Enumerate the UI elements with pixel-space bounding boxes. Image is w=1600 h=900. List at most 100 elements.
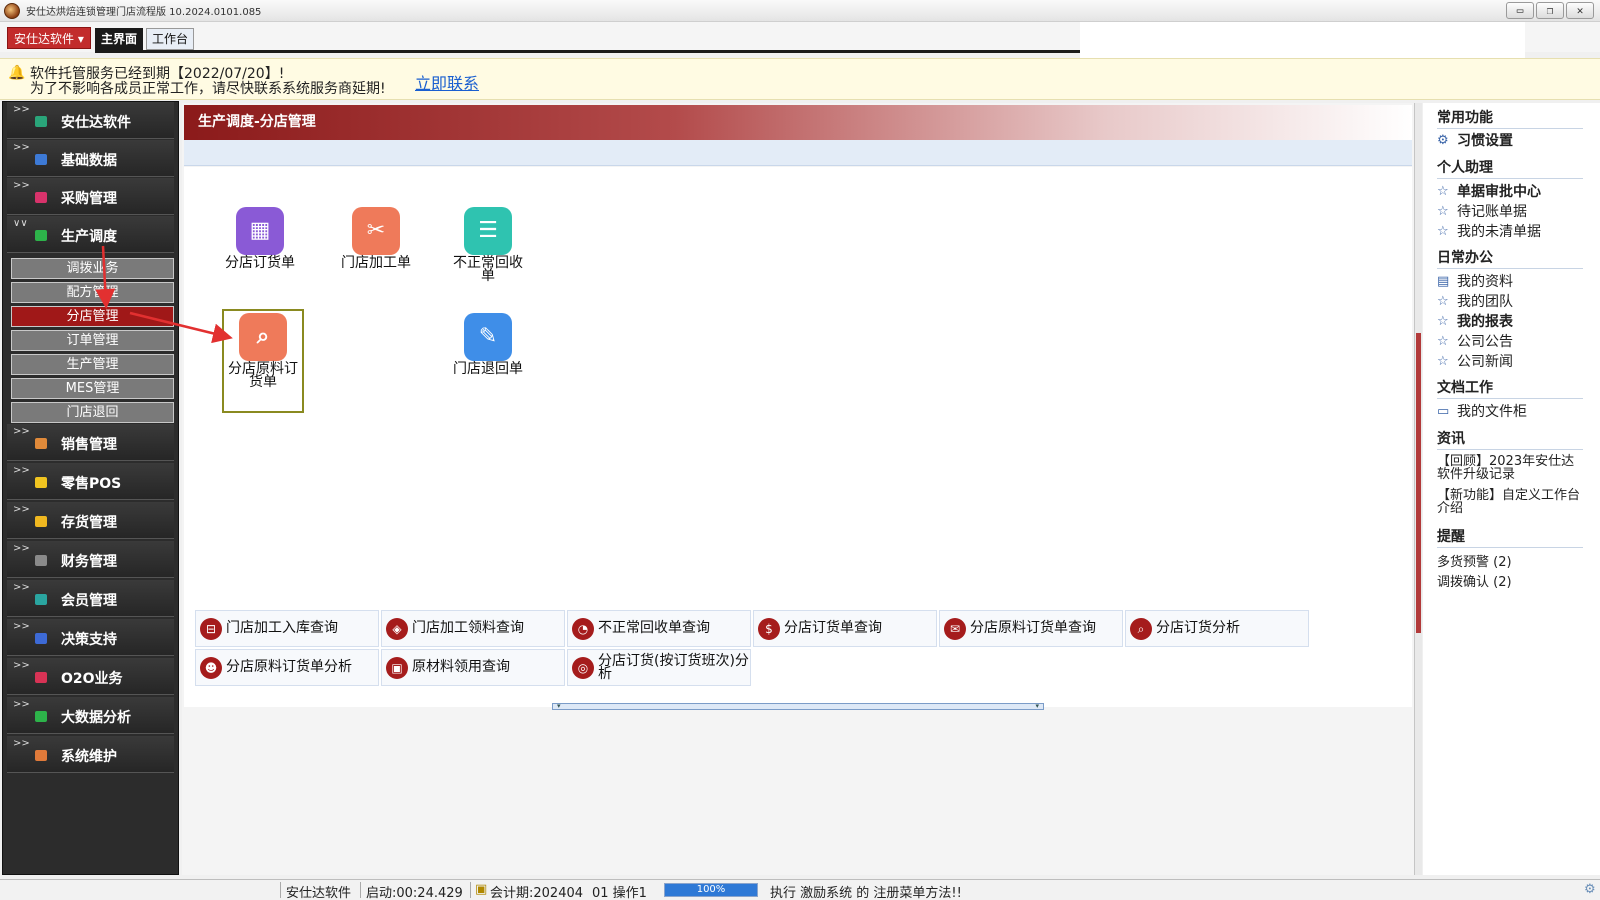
tile-label: 分店原料订货单 <box>228 361 298 390</box>
sidebar-item-decision[interactable]: >> 决策支持 <box>7 619 174 656</box>
link-label: 单据审批中心 <box>1457 184 1541 200</box>
chevron-icon: >> <box>13 142 30 153</box>
quick-label: 分店订货分析 <box>1156 620 1240 636</box>
quick-branch-order-query[interactable]: $ 分店订货单查询 <box>753 610 937 647</box>
chevron-icon: >> <box>13 465 30 476</box>
quick-branch-material-analysis[interactable]: ☻ 分店原料订货单分析 <box>195 649 379 686</box>
sidebar-item-o2o[interactable]: >> O2O业务 <box>7 658 174 695</box>
subitem-order[interactable]: 订单管理 <box>11 330 174 351</box>
section-common: 常用功能 <box>1437 107 1583 129</box>
link-label: 习惯设置 <box>1457 133 1513 149</box>
remind-stock-alert[interactable]: 多货预警 (2) <box>1437 551 1597 570</box>
subitem-transfer[interactable]: 调拨业务 <box>11 258 174 279</box>
contact-now-link[interactable]: 立即联系 <box>415 70 479 94</box>
link-label: 待记账单据 <box>1457 204 1527 220</box>
sidebar-item-bigdata[interactable]: >> 大数据分析 <box>7 697 174 734</box>
panel-splitter[interactable]: ▾ ▾ <box>552 703 1044 710</box>
news-item-feature[interactable]: 【新功能】自定义工作台介绍 <box>1437 489 1587 515</box>
star-icon: ☆ <box>1437 183 1449 199</box>
quick-abnormal-recycle-query[interactable]: ◔ 不正常回收单查询 <box>567 610 751 647</box>
expiry-notice: 🔔 软件托管服务已经到期【2022/07/20】! 为了不影响各成员正常工作，请… <box>0 58 1600 100</box>
sidebar-item-system[interactable]: >> 系统维护 <box>7 736 174 773</box>
calculator-icon: ▦ <box>236 207 284 255</box>
sidebar-item-label: 安仕达软件 <box>61 115 131 131</box>
sidebar-item-member[interactable]: >> 会员管理 <box>7 580 174 617</box>
quick-store-process-in-query[interactable]: ⊟ 门店加工入库查询 <box>195 610 379 647</box>
status-bar: 安仕达软件 启动:00:24.429 ▣ 会计期:202404 01 操作1 1… <box>0 879 1600 900</box>
module-icon <box>35 116 47 127</box>
notice-line-2: 为了不影响各成员正常工作，请尽快联系系统服务商延期! <box>30 81 386 97</box>
link-my-open-docs[interactable]: ☆ 我的未清单据 <box>1437 221 1597 241</box>
status-separator <box>280 882 281 898</box>
tab-workbench[interactable]: 工作台 <box>146 28 195 50</box>
link-habit-settings[interactable]: ⚙ 习惯设置 <box>1437 130 1597 150</box>
sidebar-item-inventory[interactable]: >> 存货管理 <box>7 502 174 539</box>
scroll-thumb[interactable] <box>1416 333 1421 633</box>
link-label: 公司公告 <box>1457 334 1513 350</box>
tile-abnormal-recycle[interactable]: ☰ 不正常回收单 <box>446 207 530 283</box>
sidebar-item-purchase[interactable]: >> 采购管理 <box>7 178 174 215</box>
gear-icon: ⚙ <box>1437 132 1449 148</box>
quick-branch-order-shift-analysis[interactable]: ◎ 分店订货(按订货班次)分析 <box>567 649 751 686</box>
module-icon <box>35 438 47 449</box>
search-icon: ⌕ <box>1130 617 1152 640</box>
tray-icon[interactable]: ⚙ <box>1584 882 1596 897</box>
remind-transfer-confirm[interactable]: 调拨确认 (2) <box>1437 571 1597 590</box>
chevron-icon: >> <box>13 543 30 554</box>
sidebar-item-label: 大数据分析 <box>61 710 131 726</box>
tile-label: 不正常回收单 <box>453 255 523 284</box>
tile-branch-order[interactable]: ▦ 分店订货单 <box>218 207 302 270</box>
link-my-profile[interactable]: ▤ 我的资料 <box>1437 271 1597 291</box>
link-my-reports[interactable]: ☆ 我的报表 <box>1437 311 1597 331</box>
module-icon <box>35 555 47 566</box>
module-icon <box>35 750 47 761</box>
sidebar-item-label: 财务管理 <box>61 554 117 570</box>
subitem-mes[interactable]: MES管理 <box>11 378 174 399</box>
subitem-store-return[interactable]: 门店退回 <box>11 402 174 423</box>
brand-menu-button[interactable]: 安仕达软件 ▾ <box>7 27 91 49</box>
link-file-cabinet[interactable]: ▭ 我的文件柜 <box>1437 401 1597 421</box>
quick-store-process-pick-query[interactable]: ◈ 门店加工领料查询 <box>381 610 565 647</box>
tile-store-return[interactable]: ✎ 门店退回单 <box>446 313 530 376</box>
link-announcements[interactable]: ☆ 公司公告 <box>1437 331 1597 351</box>
sidebar-item-label: 销售管理 <box>61 437 117 453</box>
tab-main[interactable]: 主界面 <box>95 28 144 50</box>
section-office: 日常办公 <box>1437 247 1583 269</box>
lifebuoy-icon: ◎ <box>572 656 594 679</box>
link-label: 我的团队 <box>1457 294 1513 310</box>
link-pending-bookkeeping[interactable]: ☆ 待记账单据 <box>1437 201 1597 221</box>
sidebar-item-sales[interactable]: >> 销售管理 <box>7 424 174 461</box>
sidebar-item-basedata[interactable]: >> 基础数据 <box>7 140 174 177</box>
sidebar-item-production[interactable]: ∨∨ 生产调度 <box>7 216 174 253</box>
right-panel-scrollbar[interactable] <box>1414 103 1422 875</box>
link-company-news[interactable]: ☆ 公司新闻 <box>1437 351 1597 371</box>
close-button[interactable]: ✕ <box>1566 2 1594 19</box>
sidebar-item-pos[interactable]: >> 零售POS <box>7 463 174 500</box>
content-toolbar <box>184 140 1412 166</box>
quick-raw-material-usage-query[interactable]: ▣ 原材料领用查询 <box>381 649 565 686</box>
link-my-team[interactable]: ☆ 我的团队 <box>1437 291 1597 311</box>
tile-branch-material-order[interactable]: ⌕ 分店原料订货单 <box>222 309 304 413</box>
link-approval-center[interactable]: ☆ 单据审批中心 <box>1437 181 1597 201</box>
minimize-button[interactable]: ▭ <box>1506 2 1534 19</box>
status-operator: 01 操作1 <box>592 886 647 900</box>
subitem-production[interactable]: 生产管理 <box>11 354 174 375</box>
tile-store-process[interactable]: ✂ 门店加工单 <box>334 207 418 270</box>
restore-button[interactable]: ❐ <box>1536 2 1564 19</box>
sidebar-item-label: 生产调度 <box>61 229 117 245</box>
quick-branch-order-analysis[interactable]: ⌕ 分店订货分析 <box>1125 610 1309 647</box>
edit-doc-icon: ✎ <box>464 313 512 361</box>
folder-tools-icon: ✂ <box>352 207 400 255</box>
subitem-recipe[interactable]: 配方管理 <box>11 282 174 303</box>
quick-branch-material-order-query[interactable]: ✉ 分店原料订货单查询 <box>939 610 1123 647</box>
folder-list-icon: ☰ <box>464 207 512 255</box>
subitem-branch[interactable]: 分店管理 <box>11 306 174 327</box>
monitor-icon: ▣ <box>386 656 408 679</box>
news-item-upgrade[interactable]: 【回顾】2023年安仕达软件升级记录 <box>1437 455 1587 481</box>
sidebar-item-anshida[interactable]: >> 安仕达软件 <box>7 102 174 139</box>
sidebar-item-label: O2O业务 <box>61 671 123 687</box>
status-separator <box>470 882 471 898</box>
sidebar-item-finance[interactable]: >> 财务管理 <box>7 541 174 578</box>
tile-label: 门店退回单 <box>453 361 523 377</box>
left-sidebar: >> 安仕达软件 >> 基础数据 >> 采购管理 ∨∨ 生产调度 调拨业务 配方… <box>2 101 179 875</box>
